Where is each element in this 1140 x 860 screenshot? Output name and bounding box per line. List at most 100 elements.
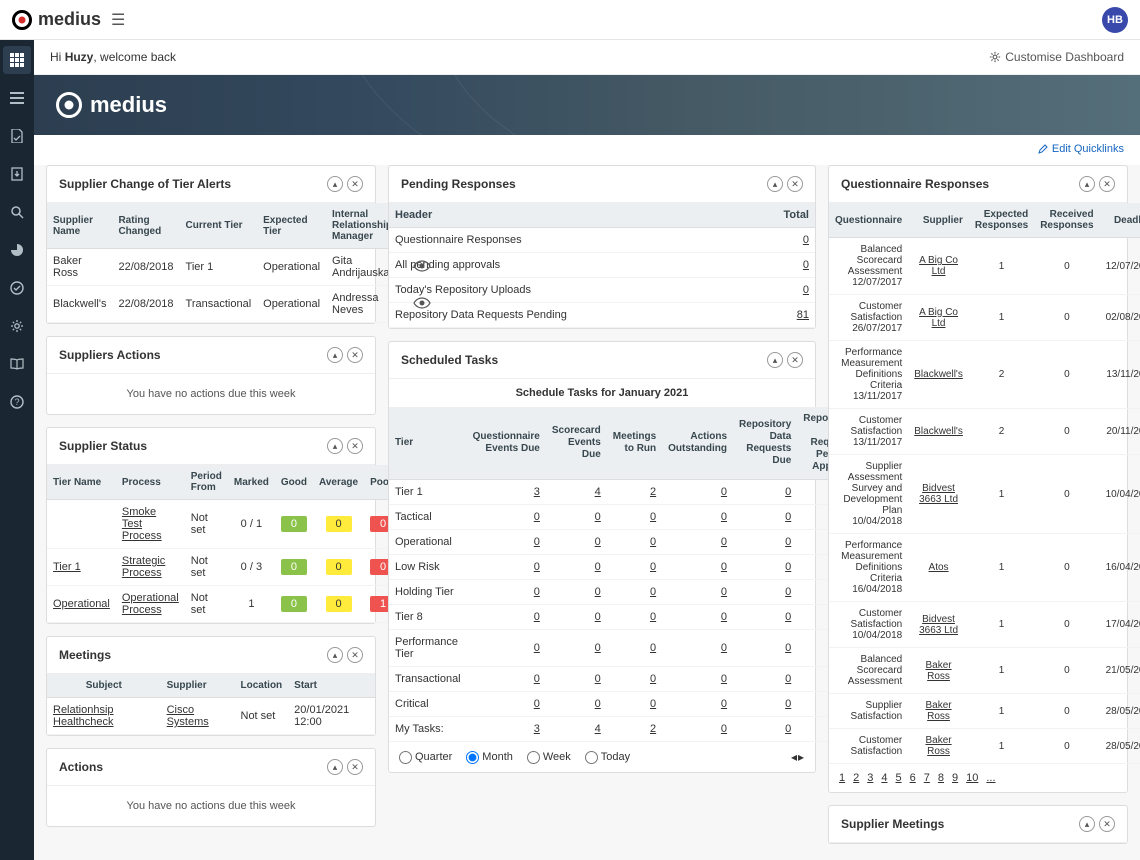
supplier-link[interactable]: Atos (929, 562, 949, 573)
count-link[interactable]: 0 (595, 673, 601, 685)
count-link[interactable]: 0 (803, 284, 809, 296)
supplier-link[interactable]: Blackwell's (914, 369, 963, 380)
page-link[interactable]: 2 (853, 772, 859, 784)
customise-dashboard-link[interactable]: Customise Dashboard (989, 50, 1124, 64)
count-link[interactable]: 0 (595, 611, 601, 623)
count-link[interactable]: 3 (534, 723, 540, 735)
supplier-link[interactable]: Cisco Systems (167, 704, 209, 728)
count-link[interactable]: 0 (650, 511, 656, 523)
nav-arrows-icon[interactable]: ◂▸ (791, 750, 805, 764)
collapse-icon[interactable]: ▴ (327, 347, 343, 363)
count-link[interactable]: 0 (650, 698, 656, 710)
page-link[interactable]: 8 (938, 772, 944, 784)
nav-gear-icon[interactable] (3, 312, 31, 340)
count-link[interactable]: 0 (595, 561, 601, 573)
count-link[interactable]: 3 (534, 486, 540, 498)
nav-doc-icon[interactable] (3, 122, 31, 150)
radio-week[interactable]: Week (527, 751, 571, 764)
collapse-icon[interactable]: ▴ (327, 647, 343, 663)
count-link[interactable]: 0 (803, 234, 809, 246)
nav-grid-icon[interactable] (3, 46, 31, 74)
close-icon[interactable]: ✕ (347, 759, 363, 775)
page-link[interactable]: 3 (867, 772, 873, 784)
supplier-link[interactable]: Baker Ross (925, 700, 951, 722)
page-link[interactable]: 6 (910, 772, 916, 784)
page-link[interactable]: 4 (881, 772, 887, 784)
supplier-link[interactable]: Baker Ross (925, 660, 951, 682)
supplier-link[interactable]: Bidvest 3663 Ltd (919, 614, 958, 636)
count-link[interactable]: 0 (650, 642, 656, 654)
count-link[interactable]: 0 (534, 536, 540, 548)
supplier-link[interactable]: A Big Co Ltd (919, 255, 958, 277)
count-link[interactable]: 4 (595, 486, 601, 498)
nav-download-icon[interactable] (3, 160, 31, 188)
hamburger-icon[interactable]: ☰ (111, 10, 125, 30)
count-link[interactable]: 0 (595, 536, 601, 548)
count-link[interactable]: 0 (595, 642, 601, 654)
edit-quicklinks-link[interactable]: Edit Quicklinks (1038, 143, 1124, 155)
close-icon[interactable]: ✕ (347, 438, 363, 454)
count-link[interactable]: 0 (534, 698, 540, 710)
page-link[interactable]: ... (986, 772, 995, 784)
nav-help-icon[interactable]: ? (3, 388, 31, 416)
close-icon[interactable]: ✕ (347, 347, 363, 363)
count-link[interactable]: 0 (650, 561, 656, 573)
radio-quarter[interactable]: Quarter (399, 751, 452, 764)
count-link[interactable]: 0 (595, 511, 601, 523)
process-link[interactable]: Strategic Process (122, 555, 165, 579)
radio-today[interactable]: Today (585, 751, 630, 764)
tier-link[interactable]: Operational (53, 598, 110, 610)
close-icon[interactable]: ✕ (347, 647, 363, 663)
close-icon[interactable]: ✕ (347, 176, 363, 192)
collapse-icon[interactable]: ▴ (327, 759, 343, 775)
supplier-link[interactable]: Baker Ross (925, 735, 951, 757)
count-link[interactable]: 0 (595, 586, 601, 598)
count-link[interactable]: 0 (534, 586, 540, 598)
page-link[interactable]: 1 (839, 772, 845, 784)
eye-icon[interactable] (413, 297, 431, 309)
count-link[interactable]: 0 (534, 642, 540, 654)
nav-chart-icon[interactable] (3, 236, 31, 264)
nav-book-icon[interactable] (3, 350, 31, 378)
process-link[interactable]: Operational Process (122, 592, 179, 616)
close-icon[interactable]: ✕ (1099, 816, 1115, 832)
count-link[interactable]: 0 (534, 611, 540, 623)
collapse-icon[interactable]: ▴ (767, 352, 783, 368)
count-link[interactable]: 0 (650, 673, 656, 685)
count-link[interactable]: 0 (650, 586, 656, 598)
page-link[interactable]: 5 (896, 772, 902, 784)
nav-search-icon[interactable] (3, 198, 31, 226)
user-avatar[interactable]: HB (1102, 7, 1128, 33)
close-icon[interactable]: ✕ (1099, 176, 1115, 192)
radio-month[interactable]: Month (466, 751, 513, 764)
count-link[interactable]: 0 (534, 511, 540, 523)
tier-link[interactable]: Tier 1 (53, 561, 81, 573)
page-link[interactable]: 9 (952, 772, 958, 784)
count-link[interactable]: 0 (534, 673, 540, 685)
count-link[interactable]: 0 (650, 536, 656, 548)
collapse-icon[interactable]: ▴ (1079, 816, 1095, 832)
nav-check-icon[interactable] (3, 274, 31, 302)
count-link[interactable]: 2 (650, 486, 656, 498)
collapse-icon[interactable]: ▴ (767, 176, 783, 192)
collapse-icon[interactable]: ▴ (1079, 176, 1095, 192)
process-link[interactable]: Smoke Test Process (122, 506, 162, 542)
count-link[interactable]: 0 (803, 259, 809, 271)
nav-list-icon[interactable] (3, 84, 31, 112)
brand-logo[interactable]: medius (12, 9, 101, 30)
supplier-link[interactable]: Blackwell's (914, 426, 963, 437)
page-link[interactable]: 10 (966, 772, 978, 784)
count-link[interactable]: 0 (595, 698, 601, 710)
collapse-icon[interactable]: ▴ (327, 176, 343, 192)
collapse-icon[interactable]: ▴ (327, 438, 343, 454)
supplier-link[interactable]: A Big Co Ltd (919, 307, 958, 329)
count-link[interactable]: 81 (797, 309, 809, 321)
close-icon[interactable]: ✕ (787, 176, 803, 192)
count-link[interactable]: 2 (650, 723, 656, 735)
count-link[interactable]: 0 (650, 611, 656, 623)
count-link[interactable]: 4 (595, 723, 601, 735)
meeting-subject-link[interactable]: Relationhsip Healthcheck (53, 704, 114, 728)
page-link[interactable]: 7 (924, 772, 930, 784)
supplier-link[interactable]: Bidvest 3663 Ltd (919, 483, 958, 505)
close-icon[interactable]: ✕ (787, 352, 803, 368)
